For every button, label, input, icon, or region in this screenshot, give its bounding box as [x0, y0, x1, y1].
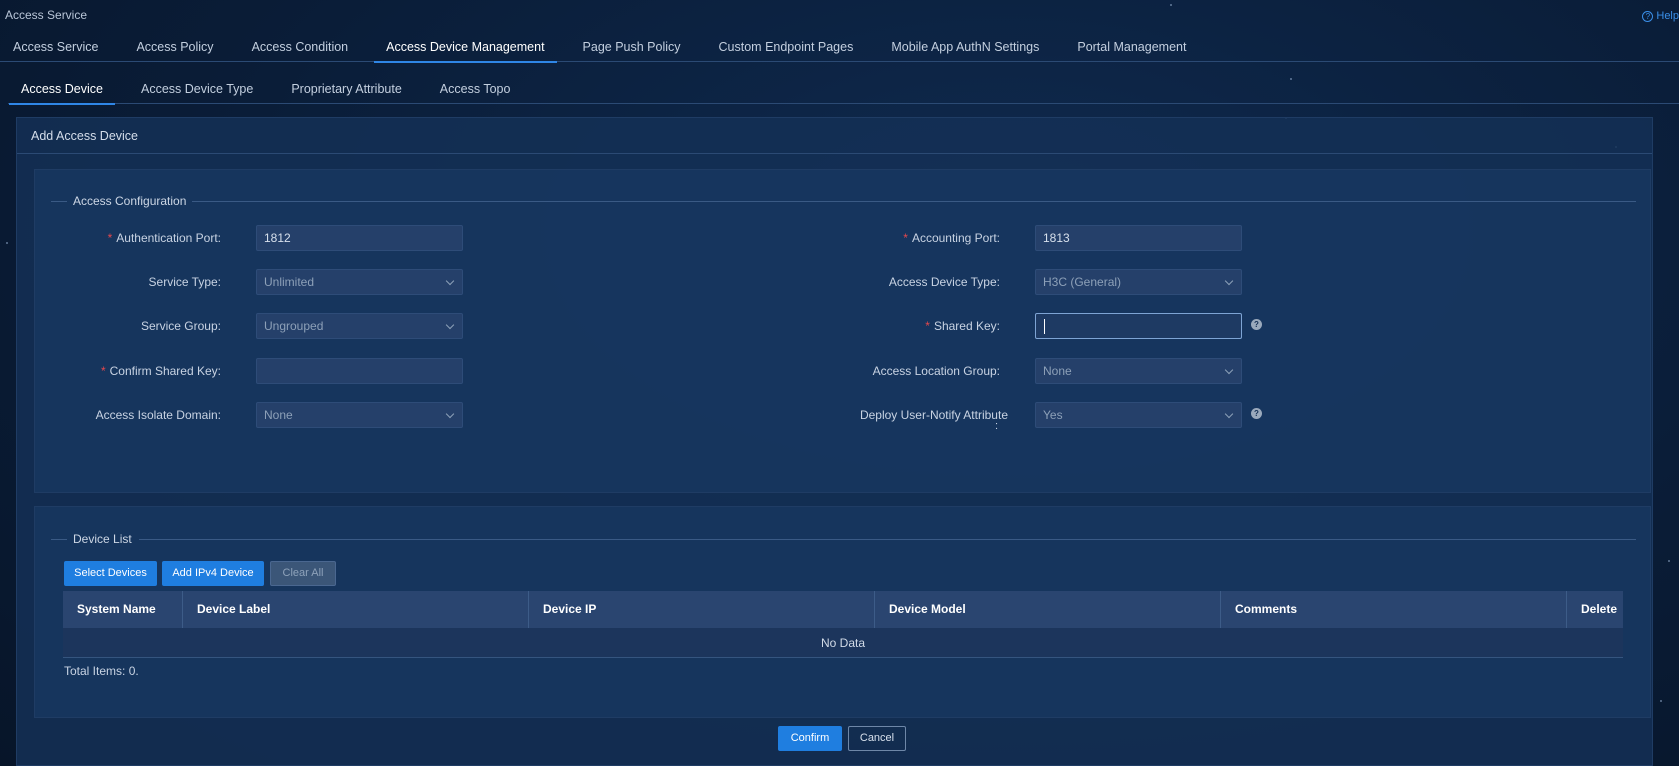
access-configuration-legend: Access Configuration [73, 194, 187, 208]
empty-table-message: No Data [63, 628, 1623, 658]
tab-access-service[interactable]: Access Service [13, 34, 98, 62]
info-icon[interactable]: ? [1251, 408, 1262, 419]
select-devices-button[interactable]: Select Devices [64, 561, 157, 586]
background-star [6, 242, 8, 244]
tab-mobile-app-authn-settings[interactable]: Mobile App AuthN Settings [891, 34, 1039, 62]
confirm-shared-key-input[interactable] [256, 358, 463, 384]
required-mark: * [100, 364, 106, 378]
access-location-group-select[interactable]: None [1035, 358, 1242, 384]
chevron-down-icon [445, 276, 455, 286]
required-mark: * [925, 319, 930, 333]
service-type-select[interactable]: Unlimited [256, 269, 463, 295]
column-header-device-label[interactable]: Device Label [183, 591, 529, 628]
tab-access-condition[interactable]: Access Condition [252, 34, 349, 62]
chevron-down-icon [445, 409, 455, 419]
cancel-button[interactable]: Cancel [848, 726, 906, 751]
chevron-down-icon [1224, 409, 1234, 419]
authentication-port-input[interactable]: 1812 [256, 225, 463, 251]
access-device-type-label: Access Device Type: [888, 275, 1000, 289]
deploy-user-notify-value: Yes [1043, 408, 1063, 422]
clear-all-button[interactable]: Clear All [270, 561, 336, 586]
app-title: Access Service [5, 8, 88, 22]
total-items-text: Total Items: 0. [64, 664, 139, 678]
divider [139, 539, 1636, 540]
column-header-comments[interactable]: Comments [1221, 591, 1567, 628]
column-header-delete[interactable]: Delete [1567, 591, 1623, 628]
chevron-down-icon [1224, 276, 1234, 286]
confirm-shared-key-label: * Confirm Shared Key: [100, 364, 221, 378]
column-header-device-ip[interactable]: Device IP [529, 591, 875, 628]
subtab-access-device[interactable]: Access Device [9, 76, 115, 105]
service-group-select[interactable]: Ungrouped [256, 313, 463, 339]
service-group-label: Service Group: [140, 319, 221, 333]
accounting-port-input[interactable]: 1813 [1035, 225, 1242, 251]
tab-access-device-management[interactable]: Access Device Management [374, 34, 557, 63]
required-mark: * [107, 231, 113, 245]
shared-key-input[interactable] [1035, 313, 1242, 339]
deploy-user-notify-label: Deploy User-Notify Attribute [859, 408, 1008, 422]
access-location-group-value: None [1043, 364, 1072, 378]
chevron-down-icon [1224, 365, 1234, 375]
service-type-label: Service Type: [148, 275, 221, 289]
divider [51, 201, 67, 202]
service-type-value: Unlimited [264, 275, 315, 289]
access-isolate-domain-select[interactable]: None [256, 402, 463, 428]
tab-page-push-policy[interactable]: Page Push Policy [583, 34, 681, 62]
access-device-type-select[interactable]: H3C (General) [1035, 269, 1242, 295]
help-link[interactable]: ? Help [1642, 10, 1679, 22]
text-caret [1044, 319, 1045, 334]
main-tab-bar: Access Service Access Policy Access Cond… [0, 34, 1679, 63]
help-label: Help [1656, 10, 1679, 22]
subtab-proprietary-attribute[interactable]: Proprietary Attribute [291, 76, 401, 104]
column-header-system-name[interactable]: System Name [63, 591, 183, 628]
divider [192, 201, 1636, 202]
background-star [1668, 560, 1670, 562]
deploy-user-notify-select[interactable]: Yes [1035, 402, 1242, 428]
divider [17, 153, 1652, 154]
subtab-access-topo[interactable]: Access Topo [440, 76, 511, 104]
sub-tab-bar: Access Device Access Device Type Proprie… [8, 76, 1679, 105]
subtab-access-device-type[interactable]: Access Device Type [141, 76, 253, 104]
column-header-device-model[interactable]: Device Model [875, 591, 1221, 628]
accounting-port-label: * Accounting Port: [903, 231, 1000, 245]
tab-custom-endpoint-pages[interactable]: Custom Endpoint Pages [719, 34, 854, 62]
access-location-group-label: Access Location Group: [872, 364, 1000, 378]
authentication-port-label: * Authentication Port: [107, 231, 221, 245]
background-star [1660, 700, 1662, 702]
add-ipv4-device-button[interactable]: Add IPv4 Device [162, 561, 264, 586]
shared-key-label: * Shared Key: [925, 319, 1000, 333]
tab-access-policy[interactable]: Access Policy [136, 34, 213, 62]
info-icon[interactable]: ? [1251, 319, 1262, 330]
table-header: System Name Device Label Device IP Devic… [63, 591, 1623, 628]
required-mark: * [903, 231, 908, 245]
deploy-user-notify-colon: : [994, 420, 998, 432]
access-device-type-value: H3C (General) [1043, 275, 1122, 289]
panel-title: Add Access Device [31, 129, 138, 143]
access-isolate-domain-value: None [264, 408, 293, 422]
access-isolate-domain-label: Access Isolate Domain: [95, 408, 221, 422]
service-group-value: Ungrouped [264, 319, 324, 333]
tab-portal-management[interactable]: Portal Management [1077, 34, 1186, 62]
top-bar: Access Service ? Help [0, 0, 1679, 30]
confirm-button[interactable]: Confirm [778, 726, 842, 751]
device-list-legend: Device List [73, 532, 132, 546]
divider [51, 539, 67, 540]
help-icon: ? [1642, 10, 1654, 22]
chevron-down-icon [445, 320, 455, 330]
